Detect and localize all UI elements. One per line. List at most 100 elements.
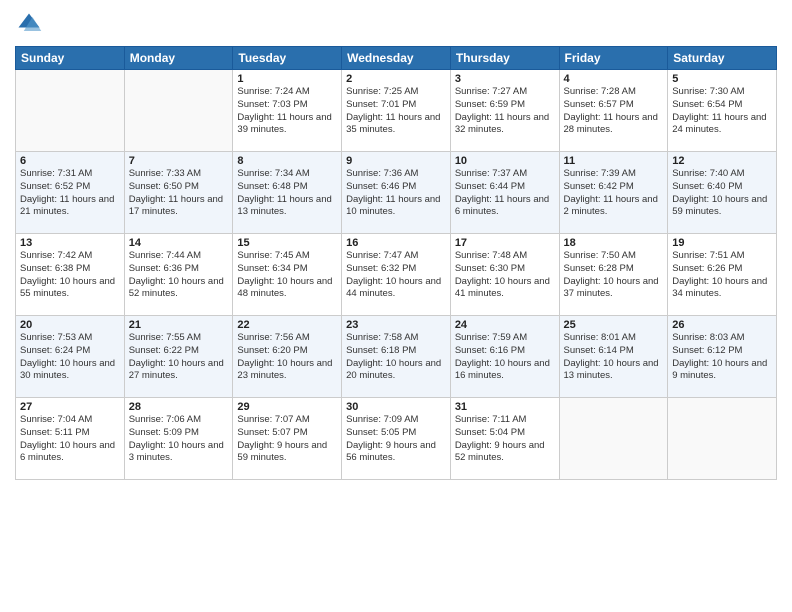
day-number: 3 <box>455 73 555 85</box>
day-number: 23 <box>346 319 446 331</box>
calendar-day-cell: 21Sunrise: 7:55 AM Sunset: 6:22 PM Dayli… <box>124 316 233 398</box>
calendar-table: SundayMondayTuesdayWednesdayThursdayFrid… <box>15 46 777 480</box>
day-info: Sunrise: 7:48 AM Sunset: 6:30 PM Dayligh… <box>455 250 555 301</box>
day-number: 7 <box>129 155 229 167</box>
calendar-day-cell <box>559 398 668 480</box>
day-info: Sunrise: 7:11 AM Sunset: 5:04 PM Dayligh… <box>455 414 555 465</box>
calendar-day-cell: 13Sunrise: 7:42 AM Sunset: 6:38 PM Dayli… <box>16 234 125 316</box>
day-number: 13 <box>20 237 120 249</box>
calendar-week-row: 13Sunrise: 7:42 AM Sunset: 6:38 PM Dayli… <box>16 234 777 316</box>
day-number: 24 <box>455 319 555 331</box>
day-info: Sunrise: 7:36 AM Sunset: 6:46 PM Dayligh… <box>346 168 446 219</box>
day-number: 21 <box>129 319 229 331</box>
calendar-day-cell: 26Sunrise: 8:03 AM Sunset: 6:12 PM Dayli… <box>668 316 777 398</box>
day-info: Sunrise: 7:47 AM Sunset: 6:32 PM Dayligh… <box>346 250 446 301</box>
day-info: Sunrise: 7:39 AM Sunset: 6:42 PM Dayligh… <box>564 168 664 219</box>
calendar-week-row: 1Sunrise: 7:24 AM Sunset: 7:03 PM Daylig… <box>16 70 777 152</box>
calendar-day-cell: 30Sunrise: 7:09 AM Sunset: 5:05 PM Dayli… <box>342 398 451 480</box>
calendar-week-row: 20Sunrise: 7:53 AM Sunset: 6:24 PM Dayli… <box>16 316 777 398</box>
weekday-header: Tuesday <box>233 47 342 70</box>
day-info: Sunrise: 7:53 AM Sunset: 6:24 PM Dayligh… <box>20 332 120 383</box>
calendar-day-cell: 6Sunrise: 7:31 AM Sunset: 6:52 PM Daylig… <box>16 152 125 234</box>
calendar-day-cell: 4Sunrise: 7:28 AM Sunset: 6:57 PM Daylig… <box>559 70 668 152</box>
calendar-day-cell: 24Sunrise: 7:59 AM Sunset: 6:16 PM Dayli… <box>450 316 559 398</box>
calendar-day-cell: 31Sunrise: 7:11 AM Sunset: 5:04 PM Dayli… <box>450 398 559 480</box>
day-info: Sunrise: 8:03 AM Sunset: 6:12 PM Dayligh… <box>672 332 772 383</box>
logo-icon <box>15 10 43 38</box>
day-info: Sunrise: 7:56 AM Sunset: 6:20 PM Dayligh… <box>237 332 337 383</box>
calendar-day-cell: 28Sunrise: 7:06 AM Sunset: 5:09 PM Dayli… <box>124 398 233 480</box>
day-info: Sunrise: 7:44 AM Sunset: 6:36 PM Dayligh… <box>129 250 229 301</box>
calendar-day-cell: 19Sunrise: 7:51 AM Sunset: 6:26 PM Dayli… <box>668 234 777 316</box>
calendar-day-cell: 20Sunrise: 7:53 AM Sunset: 6:24 PM Dayli… <box>16 316 125 398</box>
day-number: 17 <box>455 237 555 249</box>
day-number: 1 <box>237 73 337 85</box>
day-number: 31 <box>455 401 555 413</box>
weekday-header: Friday <box>559 47 668 70</box>
calendar-day-cell: 12Sunrise: 7:40 AM Sunset: 6:40 PM Dayli… <box>668 152 777 234</box>
day-number: 11 <box>564 155 664 167</box>
calendar-day-cell: 18Sunrise: 7:50 AM Sunset: 6:28 PM Dayli… <box>559 234 668 316</box>
calendar-day-cell: 29Sunrise: 7:07 AM Sunset: 5:07 PM Dayli… <box>233 398 342 480</box>
calendar-day-cell: 17Sunrise: 7:48 AM Sunset: 6:30 PM Dayli… <box>450 234 559 316</box>
day-info: Sunrise: 7:45 AM Sunset: 6:34 PM Dayligh… <box>237 250 337 301</box>
calendar-day-cell: 25Sunrise: 8:01 AM Sunset: 6:14 PM Dayli… <box>559 316 668 398</box>
weekday-header: Monday <box>124 47 233 70</box>
calendar-day-cell: 7Sunrise: 7:33 AM Sunset: 6:50 PM Daylig… <box>124 152 233 234</box>
day-info: Sunrise: 7:37 AM Sunset: 6:44 PM Dayligh… <box>455 168 555 219</box>
calendar-day-cell: 14Sunrise: 7:44 AM Sunset: 6:36 PM Dayli… <box>124 234 233 316</box>
day-number: 26 <box>672 319 772 331</box>
day-number: 27 <box>20 401 120 413</box>
calendar-day-cell: 2Sunrise: 7:25 AM Sunset: 7:01 PM Daylig… <box>342 70 451 152</box>
day-info: Sunrise: 7:50 AM Sunset: 6:28 PM Dayligh… <box>564 250 664 301</box>
day-number: 6 <box>20 155 120 167</box>
day-info: Sunrise: 7:40 AM Sunset: 6:40 PM Dayligh… <box>672 168 772 219</box>
weekday-header: Thursday <box>450 47 559 70</box>
calendar-day-cell: 15Sunrise: 7:45 AM Sunset: 6:34 PM Dayli… <box>233 234 342 316</box>
day-number: 5 <box>672 73 772 85</box>
calendar-day-cell: 1Sunrise: 7:24 AM Sunset: 7:03 PM Daylig… <box>233 70 342 152</box>
day-number: 8 <box>237 155 337 167</box>
calendar-day-cell: 23Sunrise: 7:58 AM Sunset: 6:18 PM Dayli… <box>342 316 451 398</box>
day-number: 18 <box>564 237 664 249</box>
day-number: 16 <box>346 237 446 249</box>
day-number: 12 <box>672 155 772 167</box>
calendar-day-cell: 22Sunrise: 7:56 AM Sunset: 6:20 PM Dayli… <box>233 316 342 398</box>
day-info: Sunrise: 7:58 AM Sunset: 6:18 PM Dayligh… <box>346 332 446 383</box>
header <box>15 10 777 38</box>
day-info: Sunrise: 7:51 AM Sunset: 6:26 PM Dayligh… <box>672 250 772 301</box>
day-number: 28 <box>129 401 229 413</box>
weekday-header: Wednesday <box>342 47 451 70</box>
day-info: Sunrise: 7:09 AM Sunset: 5:05 PM Dayligh… <box>346 414 446 465</box>
day-info: Sunrise: 7:06 AM Sunset: 5:09 PM Dayligh… <box>129 414 229 465</box>
calendar-day-cell: 27Sunrise: 7:04 AM Sunset: 5:11 PM Dayli… <box>16 398 125 480</box>
page: SundayMondayTuesdayWednesdayThursdayFrid… <box>0 0 792 612</box>
weekday-header: Sunday <box>16 47 125 70</box>
day-number: 29 <box>237 401 337 413</box>
day-number: 4 <box>564 73 664 85</box>
day-info: Sunrise: 7:27 AM Sunset: 6:59 PM Dayligh… <box>455 86 555 137</box>
calendar-day-cell: 3Sunrise: 7:27 AM Sunset: 6:59 PM Daylig… <box>450 70 559 152</box>
calendar-day-cell: 5Sunrise: 7:30 AM Sunset: 6:54 PM Daylig… <box>668 70 777 152</box>
day-info: Sunrise: 7:34 AM Sunset: 6:48 PM Dayligh… <box>237 168 337 219</box>
day-info: Sunrise: 7:24 AM Sunset: 7:03 PM Dayligh… <box>237 86 337 137</box>
day-number: 30 <box>346 401 446 413</box>
calendar-day-cell <box>16 70 125 152</box>
day-number: 9 <box>346 155 446 167</box>
calendar-day-cell: 11Sunrise: 7:39 AM Sunset: 6:42 PM Dayli… <box>559 152 668 234</box>
calendar-day-cell <box>668 398 777 480</box>
calendar-day-cell: 10Sunrise: 7:37 AM Sunset: 6:44 PM Dayli… <box>450 152 559 234</box>
day-number: 14 <box>129 237 229 249</box>
day-number: 10 <box>455 155 555 167</box>
calendar-week-row: 27Sunrise: 7:04 AM Sunset: 5:11 PM Dayli… <box>16 398 777 480</box>
day-info: Sunrise: 7:04 AM Sunset: 5:11 PM Dayligh… <box>20 414 120 465</box>
day-number: 22 <box>237 319 337 331</box>
day-info: Sunrise: 7:28 AM Sunset: 6:57 PM Dayligh… <box>564 86 664 137</box>
day-info: Sunrise: 7:59 AM Sunset: 6:16 PM Dayligh… <box>455 332 555 383</box>
day-info: Sunrise: 8:01 AM Sunset: 6:14 PM Dayligh… <box>564 332 664 383</box>
day-number: 19 <box>672 237 772 249</box>
calendar-week-row: 6Sunrise: 7:31 AM Sunset: 6:52 PM Daylig… <box>16 152 777 234</box>
day-number: 2 <box>346 73 446 85</box>
weekday-header: Saturday <box>668 47 777 70</box>
calendar-day-cell <box>124 70 233 152</box>
